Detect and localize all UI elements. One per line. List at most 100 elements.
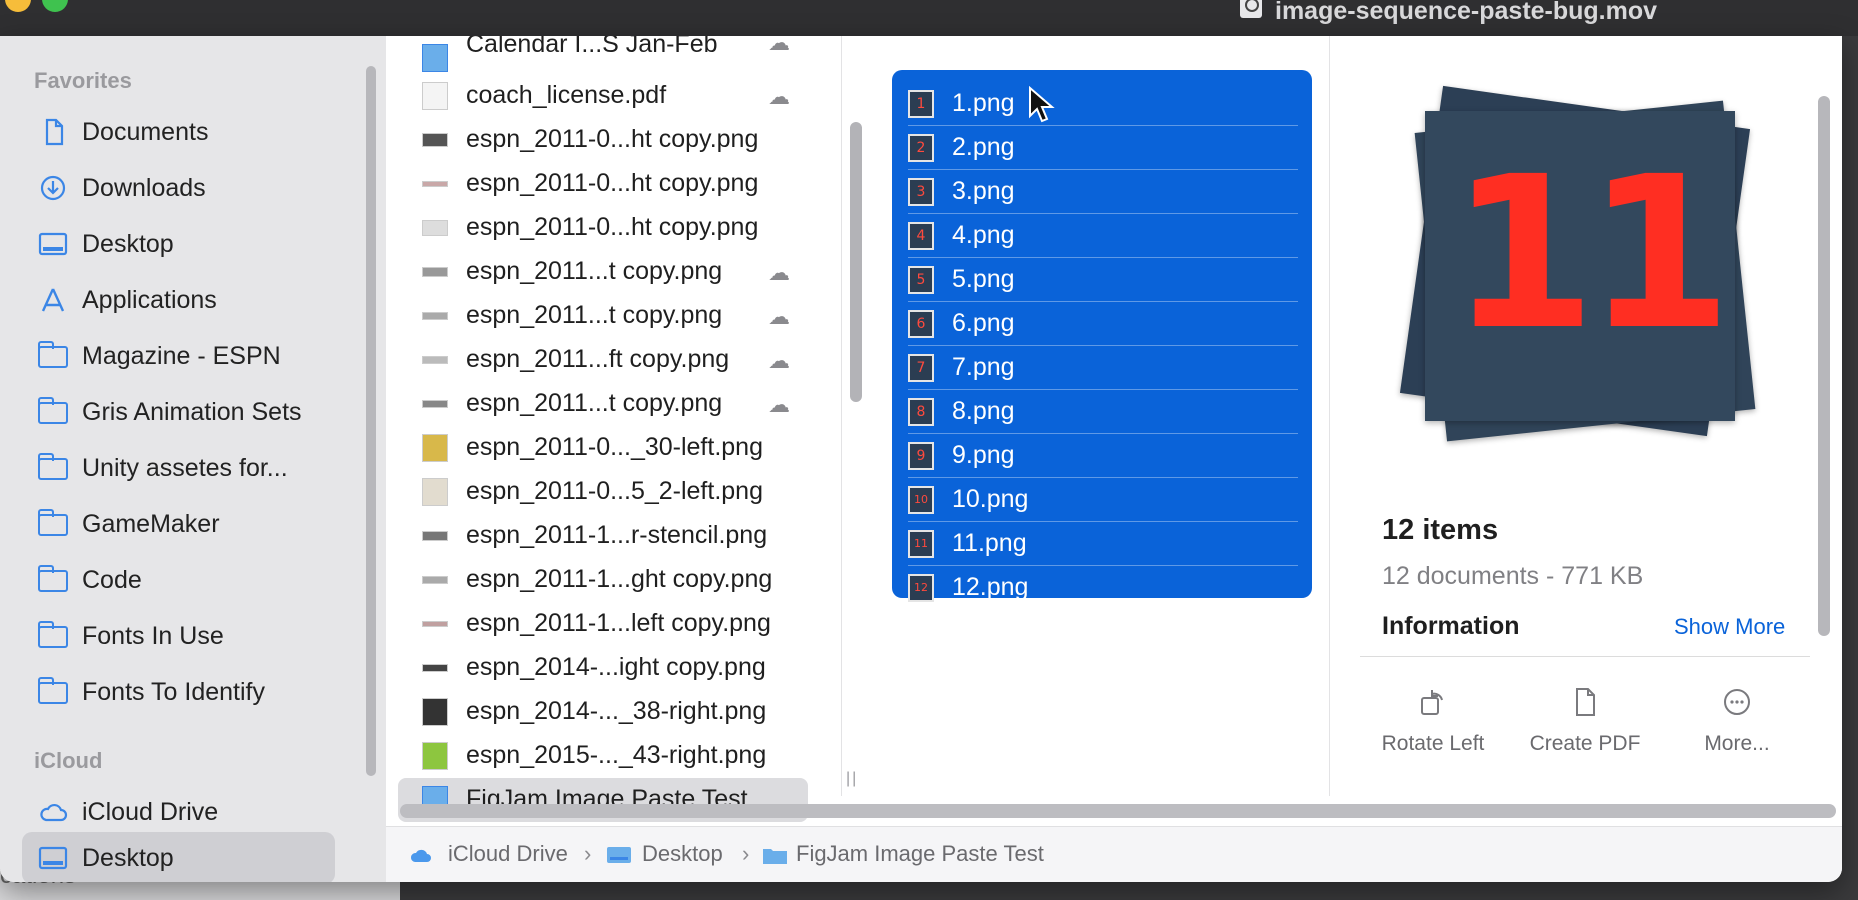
- list-item[interactable]: espn_2011-1...ght copy.png: [398, 558, 808, 602]
- list-item[interactable]: espn_2011...t copy.png ☁: [398, 294, 808, 338]
- list-item[interactable]: 6 6.png: [908, 302, 1298, 346]
- sidebar-item-label: iCloud Drive: [82, 798, 219, 826]
- column-1-scrollbar[interactable]: [850, 122, 862, 402]
- file-column-1: Calendar I...S Jan-Feb ☁ coach_license.p…: [386, 36, 856, 822]
- image-thumbnail: [422, 181, 448, 187]
- sidebar-item-fonts-to-identify[interactable]: Fonts To Identify: [22, 666, 335, 718]
- file-name: espn_2011-0...ht copy.png: [466, 125, 759, 153]
- list-item[interactable]: 8 8.png: [908, 390, 1298, 434]
- breadcrumb-figjam-folder[interactable]: FigJam Image Paste Test: [796, 841, 1044, 867]
- cloud-icon: [410, 849, 431, 862]
- image-thumbnail: 9: [908, 442, 934, 470]
- create-pdf-button[interactable]: Create PDF: [1510, 686, 1660, 756]
- file-name: espn_2011-1...r-stencil.png: [466, 521, 768, 549]
- document-icon: [45, 118, 64, 146]
- file-name: espn_2011...t copy.png: [466, 301, 723, 329]
- file-name: 6.png: [952, 309, 1015, 337]
- sidebar-item-icloud-drive[interactable]: iCloud Drive: [22, 786, 335, 838]
- sidebar-item-magazine-espn[interactable]: Magazine - ESPN: [22, 330, 335, 382]
- image-thumbnail: 12: [908, 574, 934, 602]
- sidebar-item-documents[interactable]: Documents: [22, 106, 335, 158]
- icloud-header: iCloud: [34, 748, 103, 773]
- preview-scrollbar[interactable]: [1818, 96, 1830, 636]
- list-item[interactable]: espn_2011-1...left copy.png: [398, 602, 808, 646]
- file-name: 11.png: [952, 529, 1027, 557]
- sidebar-item-gamemaker[interactable]: GameMaker: [22, 498, 335, 550]
- sidebar-item-unity-assets[interactable]: Unity assetes for...: [22, 442, 335, 494]
- list-item[interactable]: espn_2014-...ight copy.png: [398, 646, 808, 690]
- image-thumbnail: [422, 267, 448, 277]
- file-name: 1.png: [952, 89, 1015, 117]
- more-button[interactable]: More...: [1662, 686, 1812, 756]
- image-thumbnail: [422, 400, 448, 408]
- cloud-download-icon[interactable]: ☁: [768, 392, 798, 417]
- file-name: 5.png: [952, 265, 1015, 293]
- sidebar-item-applications[interactable]: Applications: [22, 274, 335, 326]
- show-more-link[interactable]: Show More: [1674, 614, 1785, 640]
- file-name: coach_license.pdf: [466, 81, 667, 109]
- minimize-button[interactable]: [5, 0, 31, 12]
- sidebar-item-label: Unity assetes for...: [82, 454, 288, 482]
- zoom-button[interactable]: [42, 0, 68, 12]
- list-item[interactable]: 9 9.png: [908, 434, 1298, 478]
- desktop-icon: [38, 232, 68, 256]
- window-titlebar: image-sequence-paste-bug.mov: [0, 0, 1858, 36]
- file-name: 3.png: [952, 177, 1015, 205]
- column-resize-handle[interactable]: ||: [846, 770, 858, 788]
- sidebar-item-downloads[interactable]: Downloads: [22, 162, 335, 214]
- desktop-icon: [607, 847, 631, 863]
- list-item[interactable]: espn_2011-0..._30-left.png: [398, 426, 808, 470]
- sidebar-item-label: Desktop: [82, 844, 174, 872]
- sidebar-item-desktop[interactable]: Desktop: [22, 218, 335, 270]
- list-item[interactable]: 12 12.png: [908, 566, 1298, 610]
- list-item[interactable]: 4 4.png: [908, 214, 1298, 258]
- list-item[interactable]: espn_2015-..._43-right.png: [398, 734, 808, 778]
- list-item[interactable]: 3 3.png: [908, 170, 1298, 214]
- file-name: espn_2011-1...left copy.png: [466, 609, 771, 637]
- sidebar-item-gris-animation-sets[interactable]: Gris Animation Sets: [22, 386, 335, 438]
- list-item[interactable]: espn_2011-0...ht copy.png: [398, 162, 808, 206]
- list-item[interactable]: espn_2014-..._38-right.png: [398, 690, 808, 734]
- breadcrumb-icloud-drive[interactable]: iCloud Drive: [448, 841, 568, 867]
- cloud-download-icon[interactable]: ☁: [768, 260, 798, 285]
- sidebar-item-label: Applications: [82, 286, 217, 314]
- file-name: espn_2011-0...ht copy.png: [466, 213, 759, 241]
- sidebar-item-label: Desktop: [82, 230, 174, 258]
- list-item[interactable]: 11 11.png: [908, 522, 1298, 566]
- file-name: espn_2011...ft copy.png: [466, 345, 730, 373]
- image-thumbnail: 5: [908, 266, 934, 294]
- list-item[interactable]: espn_2011-0...ht copy.png: [398, 118, 808, 162]
- desktop-icon: [38, 846, 68, 870]
- list-item[interactable]: espn_2011-0...5_2-left.png: [398, 470, 808, 514]
- cloud-download-icon[interactable]: ☁: [768, 36, 798, 55]
- list-item[interactable]: espn_2011...t copy.png ☁: [398, 382, 808, 426]
- mouse-cursor-icon: [1029, 86, 1055, 123]
- list-item[interactable]: espn_2011-0...ht copy.png: [398, 206, 808, 250]
- sidebar-scrollbar[interactable]: [366, 66, 376, 776]
- list-item[interactable]: 1 1.png: [908, 82, 1298, 126]
- list-item[interactable]: 10 10.png: [908, 478, 1298, 522]
- list-item[interactable]: espn_2011-1...r-stencil.png: [398, 514, 808, 558]
- list-item[interactable]: 5 5.png: [908, 258, 1298, 302]
- cloud-download-icon[interactable]: ☁: [768, 304, 798, 329]
- image-thumbnail: [422, 664, 448, 672]
- image-thumbnail: [422, 531, 448, 541]
- cloud-download-icon[interactable]: ☁: [768, 348, 798, 373]
- sidebar-item-fonts-in-use[interactable]: Fonts In Use: [22, 610, 335, 662]
- image-thumbnail: [422, 220, 448, 236]
- cloud-download-icon[interactable]: ☁: [768, 84, 798, 109]
- preview-image-stack: 11: [1399, 76, 1760, 466]
- breadcrumb-desktop[interactable]: Desktop: [642, 841, 723, 867]
- quicktime-icon: [1240, 0, 1262, 18]
- list-item[interactable]: coach_license.pdf ☁: [398, 74, 808, 118]
- rotate-left-button[interactable]: Rotate Left: [1358, 686, 1508, 756]
- list-item[interactable]: 2 2.png: [908, 126, 1298, 170]
- sidebar-item-icloud-desktop[interactable]: Desktop: [22, 832, 335, 882]
- sidebar-item-code[interactable]: Code: [22, 554, 335, 606]
- list-item[interactable]: 7 7.png: [908, 346, 1298, 390]
- list-item[interactable]: espn_2011...t copy.png ☁: [398, 250, 808, 294]
- list-item[interactable]: espn_2011...ft copy.png ☁: [398, 338, 808, 382]
- action-label: More...: [1704, 732, 1770, 755]
- horizontal-scrollbar[interactable]: [400, 804, 1836, 818]
- items-summary: 12 documents - 771 KB: [1382, 562, 1644, 590]
